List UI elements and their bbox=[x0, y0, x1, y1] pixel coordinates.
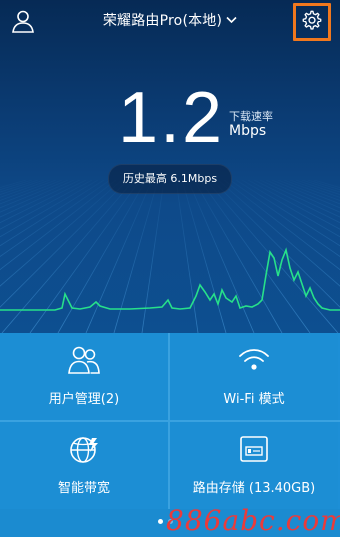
tile-wifi-mode[interactable]: Wi-Fi 模式 bbox=[170, 333, 338, 420]
router-name: 荣耀路由Pro(本地) bbox=[102, 13, 223, 29]
router-selector[interactable]: 荣耀路由Pro(本地) bbox=[0, 10, 340, 30]
gear-icon bbox=[301, 9, 323, 35]
tile-divider-horizontal bbox=[0, 420, 340, 422]
tile-label: 智能带宽 bbox=[57, 481, 110, 496]
speed-unit: Mbps bbox=[229, 123, 267, 139]
speed-label: 下载速率 bbox=[229, 110, 273, 123]
watermark-text: 886abc.com bbox=[166, 504, 340, 537]
chevron-down-icon bbox=[226, 14, 237, 27]
speed-grid-background bbox=[0, 180, 340, 333]
page-dot-active bbox=[158, 519, 163, 524]
tile-router-storage[interactable]: 路由存储 (13.40GB) bbox=[170, 422, 338, 509]
feature-grid: 用户管理(2) Wi-Fi 模式 智能带宽 路由存储 (13.40GB) bbox=[0, 333, 340, 509]
router-app-screen: 荣耀路由Pro(本地) 1.2 下载速率 Mbps 历史最高 6.1Mbps 用… bbox=[0, 0, 340, 537]
current-speed-value: 1.2 bbox=[118, 78, 225, 158]
tile-label: 路由存储 (13.40GB) bbox=[192, 481, 316, 496]
speed-panel: 荣耀路由Pro(本地) 1.2 下载速率 Mbps 历史最高 6.1Mbps bbox=[0, 0, 340, 333]
tile-user-management[interactable]: 用户管理(2) bbox=[0, 333, 168, 420]
globe-icon bbox=[0, 434, 168, 468]
storage-icon bbox=[170, 434, 338, 468]
wifi-icon bbox=[170, 345, 338, 379]
tile-label: Wi-Fi 模式 bbox=[223, 392, 285, 407]
users-icon bbox=[0, 345, 168, 379]
history-max-badge: 历史最高 6.1Mbps bbox=[108, 164, 232, 194]
settings-button[interactable] bbox=[293, 3, 331, 41]
top-bar: 荣耀路由Pro(本地) bbox=[0, 0, 340, 44]
tile-label: 用户管理(2) bbox=[48, 392, 120, 407]
tile-smart-bandwidth[interactable]: 智能带宽 bbox=[0, 422, 168, 509]
